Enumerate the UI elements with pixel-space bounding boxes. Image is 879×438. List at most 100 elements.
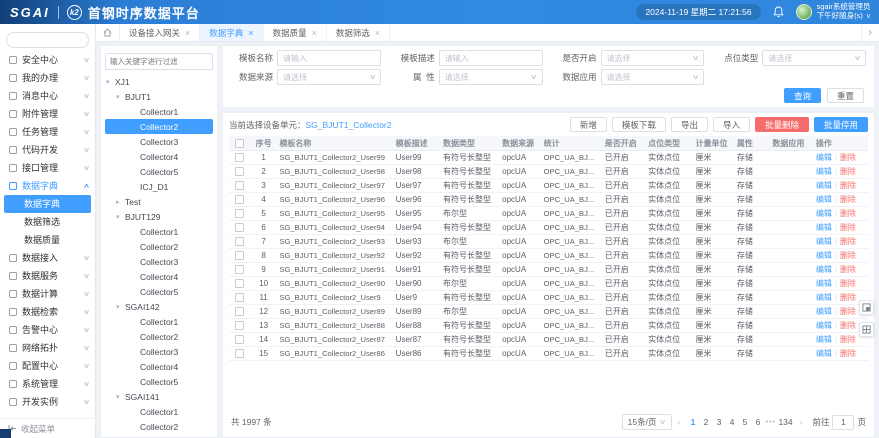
column-header[interactable]: 数据来源 xyxy=(499,138,540,149)
sidebar-menu-item[interactable]: 数据检索 ∨ xyxy=(0,303,95,321)
tree-caret-icon[interactable]: ▾ xyxy=(116,303,125,311)
tree-node[interactable]: ▾ BJUT129 xyxy=(105,209,213,224)
delete-link[interactable]: 删除 xyxy=(840,236,856,247)
page-number[interactable]: 4 xyxy=(725,417,738,427)
delete-link[interactable]: 删除 xyxy=(840,208,856,219)
toolbar-button[interactable]: 导出 xyxy=(671,117,708,132)
edit-link[interactable]: 编辑 xyxy=(816,194,832,205)
sidebar-menu-item[interactable]: 任务管理 ∨ xyxy=(0,123,95,141)
column-header[interactable]: 模板描述 xyxy=(393,138,440,149)
row-checkbox[interactable] xyxy=(235,195,244,204)
row-checkbox[interactable] xyxy=(235,223,244,232)
delete-link[interactable]: 删除 xyxy=(840,194,856,205)
tree-node[interactable]: ICJ_D1 xyxy=(105,179,213,194)
tree-node[interactable]: Collector1 xyxy=(105,104,213,119)
page-tab[interactable]: 数据质量 × xyxy=(264,24,327,41)
tree-node[interactable]: Collector5 xyxy=(105,284,213,299)
row-checkbox[interactable] xyxy=(235,181,244,190)
edit-link[interactable]: 编辑 xyxy=(816,278,832,289)
delete-link[interactable]: 删除 xyxy=(840,278,856,289)
column-header[interactable]: 数据应用 xyxy=(769,138,812,149)
page-number[interactable]: 6 xyxy=(751,417,764,427)
filter-field[interactable]: 请输入 ∨ xyxy=(277,50,381,66)
tree-node[interactable]: Collector5 xyxy=(105,164,213,179)
tree-node[interactable]: Collector4 xyxy=(105,269,213,284)
edit-link[interactable]: 编辑 xyxy=(816,236,832,247)
page-size-select[interactable]: 15条/页 ∨ xyxy=(622,414,672,430)
toolbar-button[interactable]: 批量停用 xyxy=(814,117,868,132)
home-tab[interactable] xyxy=(96,24,120,41)
tree-caret-icon[interactable]: ▸ xyxy=(116,198,125,206)
tree-caret-icon[interactable]: ▾ xyxy=(116,393,125,401)
page-number[interactable]: 2 xyxy=(699,417,712,427)
sidebar-menu-item[interactable]: 我的办理 ∨ xyxy=(0,69,95,87)
column-header[interactable]: 统计 xyxy=(541,138,602,149)
column-header[interactable]: 计量单位 xyxy=(692,138,733,149)
close-icon[interactable]: × xyxy=(185,28,190,38)
tree-node[interactable]: Collector1 xyxy=(105,404,213,419)
edit-link[interactable]: 编辑 xyxy=(816,166,832,177)
sidebar-menu-item[interactable]: 开发实例 ∨ xyxy=(0,393,95,411)
sidebar-menu-item[interactable]: 安全中心 ∨ xyxy=(0,51,95,69)
close-icon[interactable]: × xyxy=(312,28,317,38)
row-checkbox[interactable] xyxy=(235,209,244,218)
tree-node[interactable]: Collector1 xyxy=(105,224,213,239)
filter-field[interactable]: 请选择 ∨ xyxy=(601,69,705,85)
row-checkbox[interactable] xyxy=(235,307,244,316)
filter-field[interactable]: 请输入 ∨ xyxy=(439,50,543,66)
delete-link[interactable]: 删除 xyxy=(840,320,856,331)
tree-node[interactable]: ▸ Test xyxy=(105,194,213,209)
sidebar-menu-item[interactable]: 网络拓扑 ∨ xyxy=(0,339,95,357)
row-checkbox[interactable] xyxy=(235,335,244,344)
user-avatar[interactable] xyxy=(796,4,812,20)
edit-link[interactable]: 编辑 xyxy=(816,292,832,303)
prev-page-button[interactable]: ‹ xyxy=(675,417,684,427)
edit-link[interactable]: 编辑 xyxy=(816,250,832,261)
reset-button[interactable]: 重置 xyxy=(827,88,864,103)
grid-icon[interactable] xyxy=(859,322,874,337)
tree-node[interactable]: Collector3 xyxy=(105,344,213,359)
select-all-checkbox[interactable] xyxy=(235,139,244,148)
sidebar-search-input[interactable] xyxy=(6,32,89,48)
sidebar-menu-item[interactable]: 接口管理 ∨ xyxy=(0,159,95,177)
edit-link[interactable]: 编辑 xyxy=(816,222,832,233)
close-icon[interactable]: × xyxy=(248,28,253,38)
column-header[interactable]: 模板名称 xyxy=(276,138,392,149)
delete-link[interactable]: 删除 xyxy=(840,152,856,163)
toolbar-button[interactable]: 模板下载 xyxy=(612,117,666,132)
row-checkbox[interactable] xyxy=(235,237,244,246)
tree-node[interactable]: Collector2 xyxy=(105,419,213,432)
column-header[interactable]: 序号 xyxy=(251,138,277,149)
tree-node[interactable]: ▾ XJ1 xyxy=(105,74,213,89)
tree-node[interactable]: Collector4 xyxy=(105,149,213,164)
sidebar-menu-item[interactable]: 数据计算 ∨ xyxy=(0,285,95,303)
page-tab[interactable]: 设备接入网关 × xyxy=(120,24,200,41)
tree-node[interactable]: Collector2 xyxy=(105,329,213,344)
column-header[interactable]: 点位类型 xyxy=(645,138,692,149)
snapshot-icon[interactable] xyxy=(859,300,874,315)
edit-link[interactable]: 编辑 xyxy=(816,348,832,359)
edit-link[interactable]: 编辑 xyxy=(816,320,832,331)
notification-bell-icon[interactable] xyxy=(773,6,784,18)
toolbar-button[interactable]: 新增 xyxy=(570,117,607,132)
delete-link[interactable]: 删除 xyxy=(840,166,856,177)
edit-link[interactable]: 编辑 xyxy=(816,180,832,191)
row-checkbox[interactable] xyxy=(235,265,244,274)
sidebar-menu-item[interactable]: 数据字典 ∧ xyxy=(0,177,95,195)
delete-link[interactable]: 删除 xyxy=(840,334,856,345)
tree-caret-icon[interactable]: ▾ xyxy=(116,93,125,101)
sidebar-menu-item[interactable]: 数据质量 xyxy=(0,231,95,249)
sidebar-menu-item[interactable]: 配置中心 ∨ xyxy=(0,357,95,375)
edit-link[interactable]: 编辑 xyxy=(816,306,832,317)
query-button[interactable]: 查询 xyxy=(784,88,821,103)
column-header[interactable]: 数据类型 xyxy=(440,138,499,149)
delete-link[interactable]: 删除 xyxy=(840,180,856,191)
row-checkbox[interactable] xyxy=(235,167,244,176)
tree-node[interactable]: Collector2 xyxy=(105,239,213,254)
page-number[interactable]: 1 xyxy=(686,417,699,427)
tree-node[interactable]: ▾ BJUT1 xyxy=(105,89,213,104)
toolbar-button[interactable]: 导入 xyxy=(713,117,750,132)
page-tab[interactable]: 数据筛选 × xyxy=(327,24,390,41)
sidebar-menu-item[interactable]: 数据字典 xyxy=(4,195,91,213)
sidebar-menu-item[interactable]: 附件管理 ∨ xyxy=(0,105,95,123)
